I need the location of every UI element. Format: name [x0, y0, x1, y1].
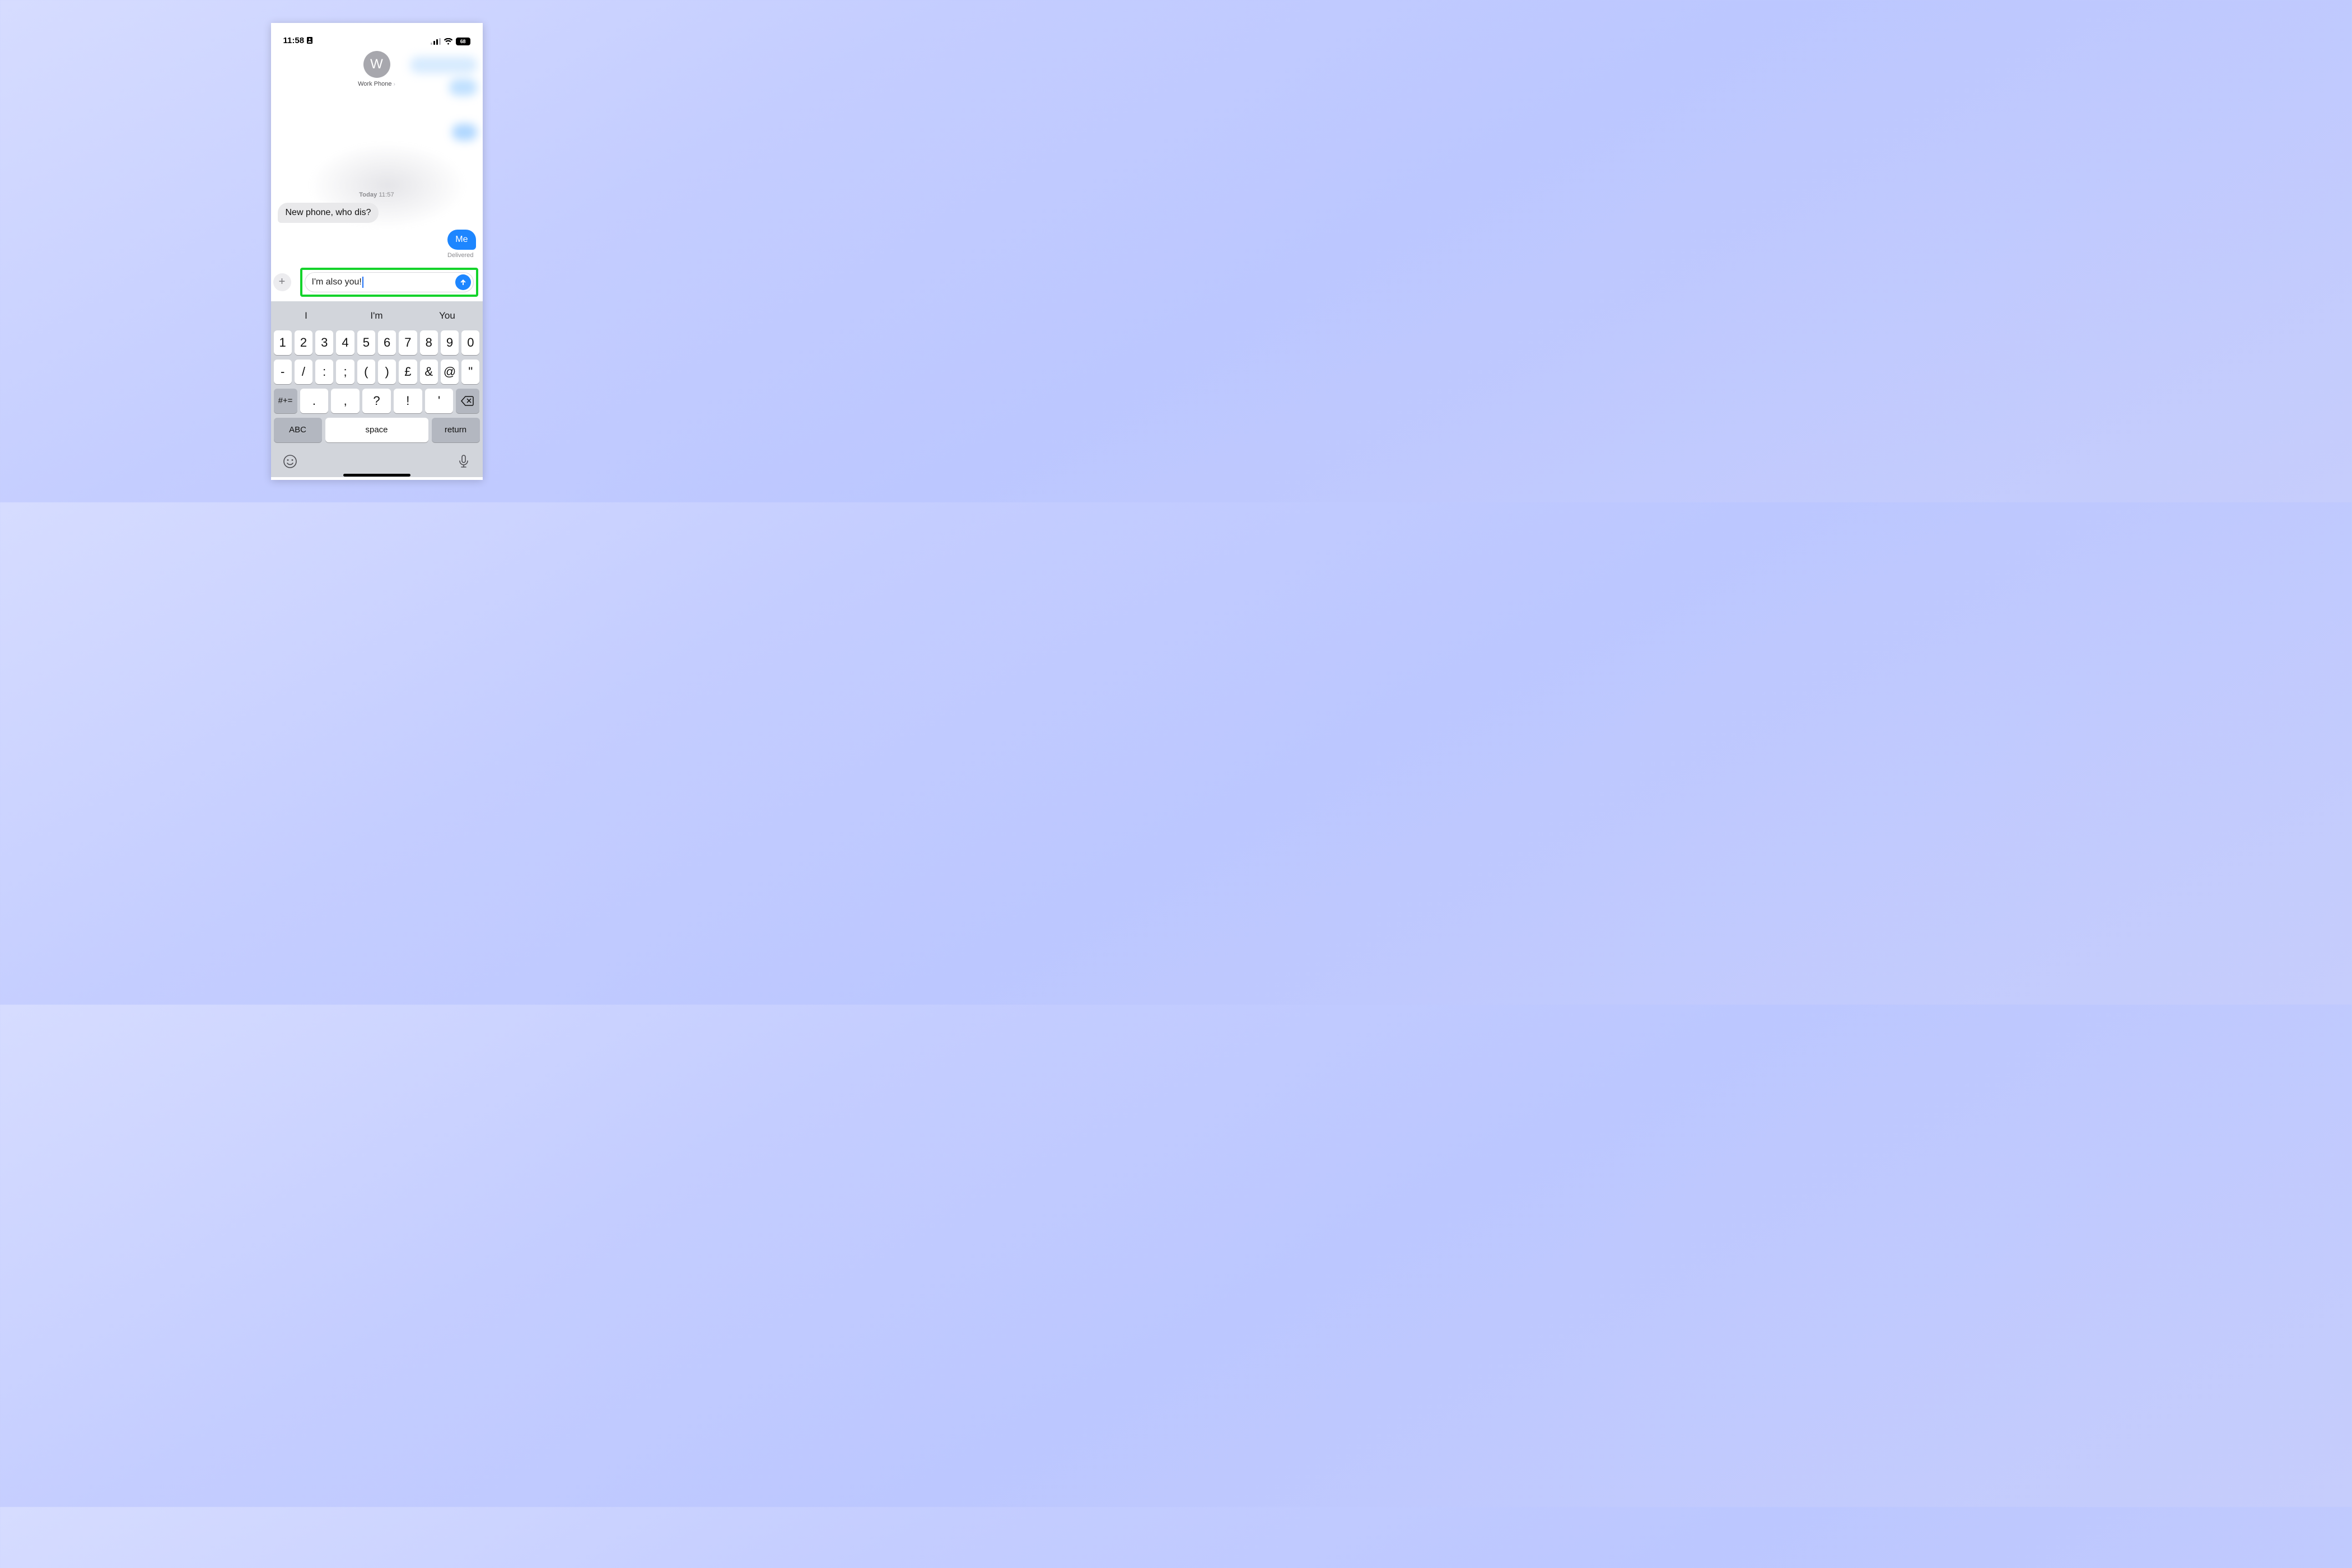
avatar-initial: W: [370, 57, 383, 72]
status-left: 11:58: [283, 36, 314, 45]
key-8[interactable]: 8: [420, 330, 438, 355]
suggestion-3[interactable]: You: [412, 310, 483, 321]
key-apostrophe[interactable]: ': [425, 389, 454, 413]
compose-zone: + I'm also you!: [271, 265, 483, 301]
key-period[interactable]: .: [300, 389, 329, 413]
tutorial-highlight: I'm also you!: [300, 268, 478, 297]
message-bubble-out: Me: [447, 230, 475, 250]
plus-icon: +: [279, 276, 286, 288]
message-outgoing[interactable]: Me Delivered: [278, 230, 476, 259]
key-1[interactable]: 1: [274, 330, 292, 355]
suggestion-2[interactable]: I'm: [342, 310, 412, 321]
arrow-up-icon: [459, 278, 467, 286]
key-return[interactable]: return: [432, 418, 480, 442]
add-attachment-button[interactable]: +: [273, 273, 291, 291]
timestamp: Today 11:57: [278, 192, 476, 198]
contact-name-text: Work Phone: [358, 81, 391, 87]
key-6[interactable]: 6: [378, 330, 396, 355]
phone-frame: 11:58 68 W Work Phone › Today 11:57 New …: [271, 23, 483, 480]
key-exclaim[interactable]: !: [394, 389, 422, 413]
key-row-2: - / : ; ( ) £ & @ ": [271, 357, 483, 386]
key-semicolon[interactable]: ;: [336, 360, 354, 384]
key-space[interactable]: space: [325, 418, 428, 442]
send-button[interactable]: [455, 274, 471, 290]
key-comma[interactable]: ,: [331, 389, 360, 413]
text-cursor: [362, 277, 363, 288]
key-9[interactable]: 9: [441, 330, 459, 355]
keyboard-bottom-row: [271, 446, 483, 477]
suggestion-bar: I I'm You: [271, 304, 483, 328]
key-row-3: #+= . , ? ! ': [271, 386, 483, 416]
key-slash[interactable]: /: [295, 360, 312, 384]
key-row-4: ABC space return: [271, 416, 483, 446]
key-rparen[interactable]: ): [378, 360, 396, 384]
battery-icon: 68: [456, 38, 470, 45]
timestamp-day: Today: [359, 192, 377, 198]
message-input[interactable]: I'm also you!: [305, 272, 474, 292]
key-backspace[interactable]: [456, 389, 479, 413]
key-row-1: 1 2 3 4 5 6 7 8 9 0: [271, 328, 483, 357]
key-colon[interactable]: :: [315, 360, 333, 384]
chevron-right-icon: ›: [394, 81, 395, 87]
conversation-area[interactable]: Today 11:57 New phone, who dis? Me Deliv…: [271, 88, 483, 259]
backspace-icon: [461, 396, 474, 406]
message-bubble-in: New phone, who dis?: [278, 203, 379, 223]
timestamp-time: 11:57: [379, 192, 394, 198]
key-5[interactable]: 5: [357, 330, 375, 355]
avatar[interactable]: W: [363, 51, 390, 78]
contact-card-icon: [306, 36, 313, 44]
key-more-symbols[interactable]: #+=: [274, 389, 297, 413]
delivered-label: Delivered: [447, 252, 473, 259]
cellular-icon: [431, 38, 441, 45]
keyboard: I I'm You 1 2 3 4 5 6 7 8 9 0 - / : ; ( …: [271, 301, 483, 477]
emoji-icon[interactable]: [282, 454, 298, 469]
key-4[interactable]: 4: [336, 330, 354, 355]
key-abc[interactable]: ABC: [274, 418, 322, 442]
conversation-header[interactable]: W Work Phone ›: [271, 49, 483, 88]
status-bar: 11:58 68: [271, 23, 483, 49]
status-time: 11:58: [283, 36, 305, 45]
key-quote[interactable]: ": [461, 360, 479, 384]
key-at[interactable]: @: [441, 360, 459, 384]
wifi-icon: [444, 38, 453, 45]
key-3[interactable]: 3: [315, 330, 333, 355]
status-right: 68: [431, 38, 470, 45]
key-2[interactable]: 2: [295, 330, 312, 355]
home-indicator[interactable]: [343, 474, 410, 477]
key-amp[interactable]: &: [420, 360, 438, 384]
message-input-text: I'm also you!: [312, 277, 362, 287]
key-0[interactable]: 0: [461, 330, 479, 355]
key-dash[interactable]: -: [274, 360, 292, 384]
contact-name[interactable]: Work Phone ›: [271, 81, 483, 87]
microphone-icon[interactable]: [456, 454, 472, 469]
suggestion-1[interactable]: I: [271, 310, 342, 321]
key-7[interactable]: 7: [399, 330, 417, 355]
message-incoming[interactable]: New phone, who dis?: [278, 203, 476, 223]
key-question[interactable]: ?: [362, 389, 391, 413]
key-pound[interactable]: £: [399, 360, 417, 384]
key-lparen[interactable]: (: [357, 360, 375, 384]
